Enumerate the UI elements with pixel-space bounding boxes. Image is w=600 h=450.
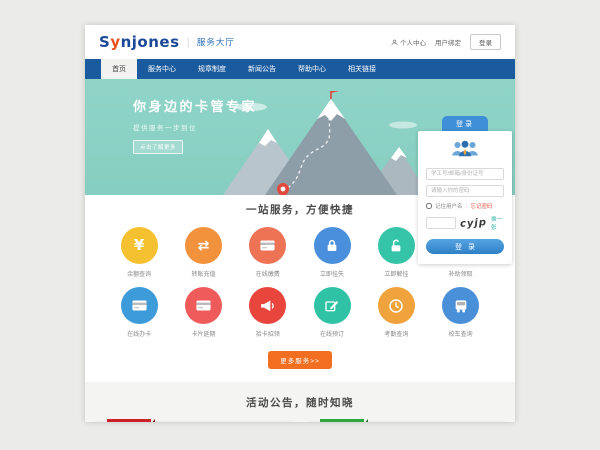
- hero-text: 你身边的卡管专家 提供服务一步到位 点击了解更多: [133, 96, 257, 154]
- login-tab[interactable]: 登录: [442, 116, 488, 131]
- guide-ribbon-green[interactable]: 使用指南: [320, 419, 364, 422]
- site-page: Synjones | 服务大厅 个人中心 用户绑定 登录 首页 服务中心 规章制…: [85, 25, 515, 422]
- login-submit-button[interactable]: 登录: [426, 239, 504, 254]
- service-lost-found[interactable]: 拾卡招领: [236, 287, 300, 338]
- service-apply-card[interactable]: 在线办卡: [107, 287, 171, 338]
- bus-icon: [442, 287, 479, 324]
- hero-title: 你身边的卡管专家: [133, 96, 257, 115]
- login-panel: 登录 记住用户名 | 忘记密码: [418, 116, 512, 264]
- service-card-renew[interactable]: 卡片延期: [171, 287, 235, 338]
- announcements-section: 活动公告，随时知晓 使用指南 最新公告 更多>> 使用指南 更多>>: [85, 382, 515, 422]
- transfer-icon: ⇄: [185, 227, 222, 264]
- captcha-image[interactable]: cyjp: [460, 217, 488, 230]
- nav-links[interactable]: 相关链接: [337, 59, 387, 79]
- yen-icon: ¥: [121, 227, 158, 264]
- user-bind-link[interactable]: 用户绑定: [435, 37, 461, 47]
- hero-banner: 你身边的卡管专家 提供服务一步到位 点击了解更多 登录: [85, 79, 515, 195]
- clock-icon: [378, 287, 415, 324]
- service-booking[interactable]: 在线预订: [300, 287, 364, 338]
- nav-news[interactable]: 新闻公告: [237, 59, 287, 79]
- logo-divider: |: [187, 37, 190, 48]
- remember-label: 记住用户名: [435, 202, 463, 210]
- main-nav: 首页 服务中心 规章制度 新闻公告 帮助中心 相关链接: [85, 59, 515, 79]
- service-balance[interactable]: ¥余额查询: [107, 227, 171, 278]
- nav-rules[interactable]: 规章制度: [187, 59, 237, 79]
- more-services-button[interactable]: 更多服务>>: [268, 351, 332, 369]
- nav-home[interactable]: 首页: [101, 59, 137, 79]
- announcements-title: 活动公告，随时知晓: [85, 395, 515, 410]
- service-pay-online[interactable]: 在线缴费: [236, 227, 300, 278]
- site-header: Synjones | 服务大厅 个人中心 用户绑定 登录: [85, 25, 515, 59]
- edit-icon: [314, 287, 351, 324]
- map-pin-icon: [277, 183, 289, 195]
- header-login-button[interactable]: 登录: [470, 34, 501, 50]
- card-icon: [121, 287, 158, 324]
- hero-cta-button[interactable]: 点击了解更多: [133, 140, 183, 154]
- guide-ribbon-red[interactable]: 使用指南: [107, 419, 151, 422]
- lock-icon: [314, 227, 351, 264]
- captcha-refresh-link[interactable]: 换一张: [491, 215, 504, 231]
- username-input[interactable]: [426, 168, 504, 180]
- hero-subtitle: 提供服务一步到位: [133, 122, 257, 132]
- service-attendance[interactable]: 考勤查询: [364, 287, 428, 338]
- service-report-loss[interactable]: 立即挂失: [300, 227, 364, 278]
- nav-help[interactable]: 帮助中心: [287, 59, 337, 79]
- user-center-link[interactable]: 个人中心: [391, 37, 426, 47]
- user-icon: [391, 39, 398, 46]
- users-group-icon: [426, 139, 504, 161]
- remember-checkbox[interactable]: [426, 203, 432, 209]
- unlock-icon: [378, 227, 415, 264]
- megaphone-icon: [249, 287, 286, 324]
- card-icon: [249, 227, 286, 264]
- nav-service-center[interactable]: 服务中心: [137, 59, 187, 79]
- site-name: 服务大厅: [197, 36, 235, 48]
- forgot-password-link[interactable]: 忘记密码: [470, 202, 492, 210]
- logo[interactable]: Synjones: [99, 33, 180, 51]
- service-transfer[interactable]: ⇄转账充值: [171, 227, 235, 278]
- captcha-input[interactable]: [426, 217, 456, 229]
- password-input[interactable]: [426, 185, 504, 197]
- card-icon: [185, 287, 222, 324]
- service-school-bus[interactable]: 校车查询: [428, 287, 492, 338]
